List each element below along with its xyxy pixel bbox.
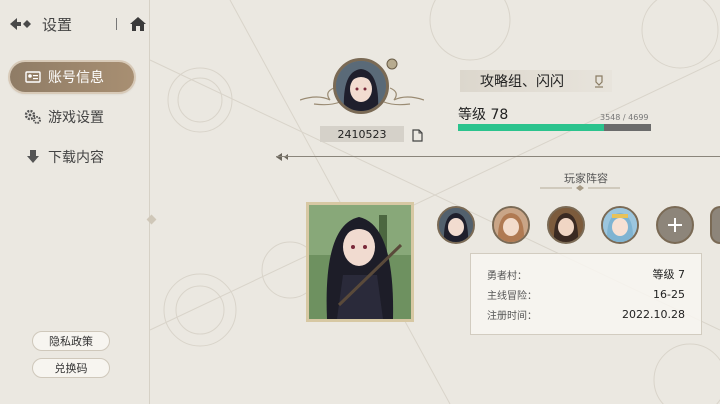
exp-counter: 3548 / 4699 [600, 113, 649, 122]
exp-progress-bar [458, 124, 651, 131]
player-name-text: 攻略组、闪闪 [480, 74, 564, 90]
lineup-slot-partial[interactable] [710, 206, 720, 244]
main-character-portrait[interactable] [306, 202, 414, 322]
page-title: 设置 [42, 15, 73, 34]
info-row-register-date: 注册时间： 2022.10.28 [487, 306, 685, 322]
info-value: 2022.10.28 [622, 307, 685, 321]
plus-icon [668, 218, 682, 232]
info-row-village: 勇者村： 等级 7 [487, 266, 685, 282]
player-uid: 2410523 [320, 126, 404, 142]
info-value: 16-25 [653, 287, 685, 301]
copy-icon[interactable] [412, 127, 423, 146]
add-lineup-button[interactable] [656, 206, 694, 244]
settings-menu: 账号信息 游戏设置 下载内容 [10, 62, 134, 182]
section-divider [276, 156, 720, 157]
redeem-code-button[interactable]: 兑换码 [32, 358, 110, 378]
lineup-slot-4[interactable] [601, 206, 639, 244]
player-level: 等级 78 [458, 107, 509, 123]
info-label: 勇者村： [487, 270, 527, 282]
menu-item-label: 游戏设置 [48, 110, 104, 126]
sidebar: 设置 账号信息 游戏设置 下载内容 隐私政策 兑换码 [0, 0, 150, 404]
info-value: 等级 7 [652, 268, 686, 281]
gears-icon [24, 109, 42, 125]
lineup-slot-1[interactable] [437, 206, 475, 244]
divider [116, 18, 118, 30]
top-bar: 设置 [8, 12, 147, 36]
download-icon [24, 149, 42, 165]
privacy-policy-button[interactable]: 隐私政策 [32, 331, 110, 351]
player-info-panel: 勇者村： 等级 7 主线冒险： 16-25 注册时间： 2022.10.28 [470, 253, 702, 335]
id-card-icon [24, 69, 42, 85]
avatar [333, 58, 389, 114]
back-icon[interactable] [8, 14, 34, 34]
player-avatar-frame[interactable] [300, 52, 424, 122]
badge-icon [386, 58, 398, 70]
menu-item-label: 下载内容 [48, 150, 104, 166]
lineup-ornament [540, 185, 620, 191]
menu-item-label: 账号信息 [48, 70, 104, 86]
exp-progress-fill [458, 124, 604, 131]
info-row-main-adventure: 主线冒险： 16-25 [487, 286, 685, 302]
edit-name-icon[interactable] [594, 74, 604, 93]
lineup-slot-2[interactable] [492, 206, 530, 244]
home-icon[interactable] [129, 16, 147, 32]
divider-ornament [276, 153, 288, 161]
info-label: 主线冒险： [487, 290, 537, 302]
menu-item-game-settings[interactable]: 游戏设置 [10, 102, 134, 132]
lineup-slot-3[interactable] [547, 206, 585, 244]
player-name: 攻略组、闪闪 [460, 70, 612, 92]
info-label: 注册时间： [487, 310, 537, 322]
menu-item-account-info[interactable]: 账号信息 [10, 62, 134, 92]
menu-item-download-content[interactable]: 下载内容 [10, 142, 134, 172]
